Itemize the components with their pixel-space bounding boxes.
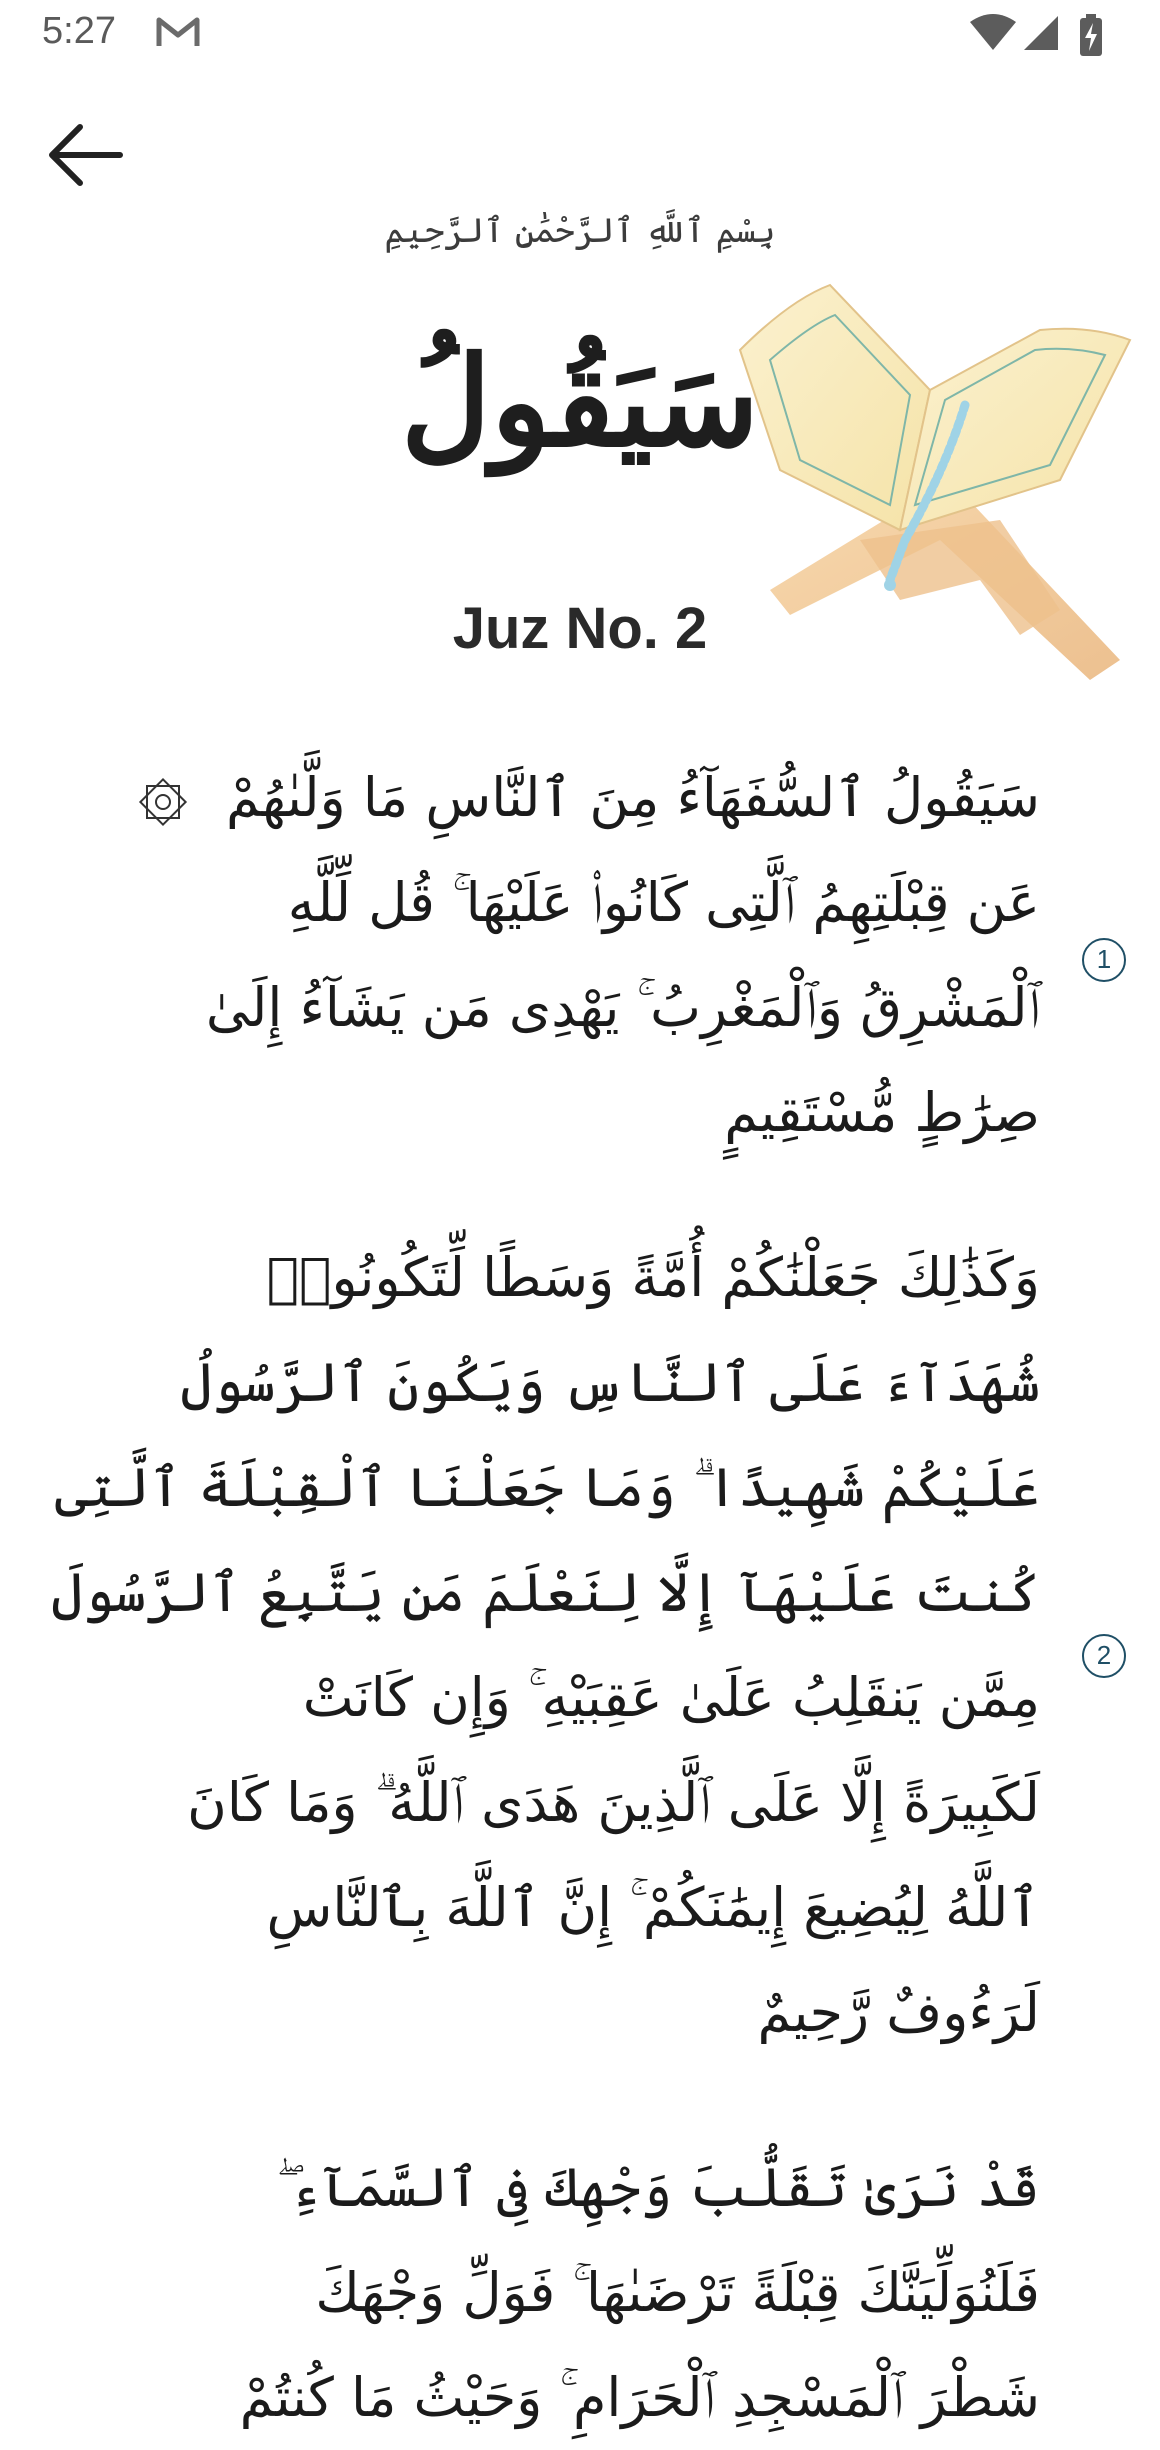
verse-line: ٱلْمَشْرِقُ وَٱلْمَغْرِبُ ۚ يَهْدِى مَن … bbox=[205, 976, 1040, 1039]
cellular-signal-icon bbox=[1024, 16, 1058, 50]
arrow-left-icon bbox=[49, 124, 123, 186]
back-button[interactable] bbox=[30, 110, 140, 200]
verse-line: مِمَّن يَنقَلِبُ عَلَىٰ عَقِبَيْهِ ۚ وَإ… bbox=[302, 1666, 1040, 1729]
verse-block-2: وَكَذَٰلِكَ جَعَلْنَٰكُمْ أُمَّةً وَسَطً… bbox=[51, 1225, 1040, 2065]
ayah-start-ornament-icon bbox=[138, 777, 187, 827]
verse-block-1: سَيَقُولُ ٱلسُّفَهَآءُ مِنَ ٱلنَّاسِ مَا… bbox=[60, 745, 1040, 1165]
verse-line: صِرَٰطٍ مُّسْتَقِيمٍ bbox=[724, 1081, 1040, 1144]
wifi-icon bbox=[970, 14, 1016, 50]
verse-line: فَلَنُوَلِّيَنَّكَ قِبْلَةً تَرْضَىٰهَا … bbox=[315, 2261, 1040, 2324]
status-bar: 5:27 bbox=[0, 0, 1160, 72]
battery-charging-icon bbox=[1080, 14, 1102, 56]
verse-line: شُهَدَآءَ عَلَى ٱلنَّاسِ وَيَكُونَ ٱلرَّ… bbox=[180, 1351, 1040, 1414]
verse-line: لَرَءُوفٌ رَّحِيمٌ bbox=[757, 1981, 1040, 2044]
verse-line: ٱللَّهُ لِيُضِيعَ إِيمَٰنَكُمْ ۚ إِنَّ ٱ… bbox=[266, 1876, 1040, 1939]
verse-line: عَلَيْكُمْ شَهِيدًا ۗ وَمَا جَعَلْنَا ٱل… bbox=[54, 1456, 1040, 1519]
verse-number-badge[interactable]: 2 bbox=[1082, 1634, 1126, 1678]
surah-title: سَيَقُولُ bbox=[400, 330, 760, 475]
verse-line: سَيَقُولُ ٱلسُّفَهَآءُ مِنَ ٱلنَّاسِ مَا… bbox=[60, 745, 1040, 850]
verse-line: وَكَذَٰلِكَ جَعَلْنَٰكُمْ أُمَّةً وَسَطً… bbox=[266, 1246, 1040, 1309]
status-time: 5:27 bbox=[42, 10, 116, 52]
verse-number-badge[interactable]: 1 bbox=[1082, 938, 1126, 982]
verse-line: قَدْ نَرَىٰ تَقَلُّبَ وَجْهِكَ فِى ٱلسَّ… bbox=[276, 2156, 1040, 2219]
verse-line: شَطْرَ ٱلْمَسْجِدِ ٱلْحَرَامِ ۚ وَحَيْثُ… bbox=[239, 2366, 1040, 2429]
verse-line: كُنتَ عَلَيْهَآ إِلَّا لِنَعْلَمَ مَن يَ… bbox=[51, 1561, 1040, 1624]
verse-line: لَكَبِيرَةً إِلَّا عَلَى ٱلَّذِينَ هَدَى… bbox=[187, 1771, 1040, 1834]
juz-label: Juz No. 2 bbox=[452, 596, 708, 661]
verse-block-3: قَدْ نَرَىٰ تَقَلُّبَ وَجْهِكَ فِى ٱلسَّ… bbox=[60, 2135, 1040, 2450]
gmail-icon bbox=[156, 17, 200, 46]
bismillah: بِسْمِ ٱللَّهِ ٱلرَّحْمَٰنِ ٱلرَّحِيمِ bbox=[384, 211, 776, 251]
verse-line: عَن قِبْلَتِهِمُ ٱلَّتِى كَانُوا۟ عَلَيْ… bbox=[287, 871, 1040, 934]
